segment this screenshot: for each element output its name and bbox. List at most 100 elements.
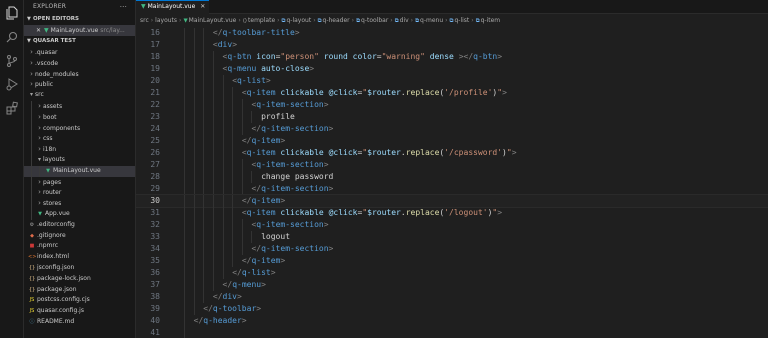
tree-item[interactable]: {} package-lock.json (24, 274, 135, 285)
code-line[interactable]: 25 </q-item> (136, 135, 768, 147)
tree-item[interactable]: › public (24, 79, 135, 90)
more-actions-icon[interactable]: ··· (120, 0, 127, 14)
tree-item[interactable]: {} package.json (24, 285, 135, 296)
code-line[interactable]: 16 </q-toolbar-title> (136, 28, 768, 39)
indent-guide (212, 171, 214, 183)
breadcrumb-item[interactable]: MainLayout.vue (189, 17, 237, 24)
indent-guide (31, 165, 32, 177)
tree-item[interactable]: JS quasar.config.js (24, 306, 135, 317)
breadcrumb-item[interactable]: q-layout (286, 17, 311, 24)
close-icon[interactable]: ✕ (200, 3, 205, 10)
tree-item[interactable]: ■ .npmrc (24, 241, 135, 252)
tab-mainlayout[interactable]: ▼ MainLayout.vue ✕ (136, 0, 209, 14)
indent-guide (212, 231, 214, 243)
code-line[interactable]: 18 <q-btn icon="person" round color="warn… (136, 51, 768, 63)
breadcrumb-item[interactable]: q-header (323, 17, 350, 24)
code-editor[interactable]: 16 </q-toolbar-title> 17 <div> 18 <q-btn icon… (136, 28, 768, 338)
tree-item[interactable]: › i18n (24, 144, 135, 155)
indent-guide (241, 123, 243, 135)
breadcrumb-item[interactable]: template (248, 17, 275, 24)
tree-item[interactable]: › assets (24, 100, 135, 112)
code-line[interactable]: 17 <div> (136, 39, 768, 51)
breadcrumb-item[interactable]: layouts (155, 17, 177, 24)
code-line[interactable]: 35 </q-item> (136, 255, 768, 267)
indent-guide (241, 231, 243, 243)
breadcrumb-item[interactable]: q-menu (420, 17, 443, 24)
indent-guide (184, 87, 185, 99)
tree-item[interactable]: › components (24, 122, 135, 134)
code-line[interactable]: 34 </q-item-section> (136, 243, 768, 255)
json-file-icon: {} (28, 275, 36, 282)
indent-guide (212, 207, 214, 219)
tree-item[interactable]: JS postcss.config.cjs (24, 295, 135, 306)
tree-item[interactable]: › .vscode (24, 58, 135, 69)
tree-item[interactable]: › router (24, 187, 135, 199)
code-line[interactable]: 39 </q-toolbar> (136, 303, 768, 315)
tree-item-label: package.json (37, 285, 77, 293)
tree-item[interactable]: ▼ App.vue (24, 208, 135, 220)
code-line[interactable]: 41 (136, 327, 768, 338)
code-line[interactable]: 31 <q-item clickable @click="$router.repl… (136, 207, 768, 219)
code-line[interactable]: 33 logout (136, 231, 768, 243)
tree-item[interactable]: <>index.html (24, 252, 135, 263)
indent-guide (203, 111, 205, 123)
run-debug-icon[interactable] (5, 77, 19, 91)
project-section[interactable]: ▼ QUASAR TEST (24, 36, 135, 47)
code-line[interactable]: 38 </div> (136, 291, 768, 303)
code-line[interactable]: 27 <q-item-section> (136, 159, 768, 171)
code-line[interactable]: 26 <q-item clickable @click="$router.repl… (136, 147, 768, 159)
line-number: 25 (150, 136, 160, 145)
code-line[interactable]: 19 <q-menu auto-close> (136, 63, 768, 75)
tree-item[interactable]: › stores (24, 198, 135, 209)
tree-item-label: node_modules (35, 70, 79, 78)
indent-guide (212, 87, 214, 99)
code-line[interactable]: 24 </q-item-section> (136, 123, 768, 135)
open-editors-section[interactable]: ▼ OPEN EDITORS (24, 14, 135, 25)
code-line[interactable]: 32 <q-item-section> (136, 219, 768, 231)
code-line[interactable]: 20 <q-list> (136, 75, 768, 87)
indent-guide (232, 99, 234, 111)
tree-item[interactable]: {} jsconfig.json (24, 263, 135, 274)
code-text: </q-item-section> (251, 184, 334, 193)
tree-item-label: jsconfig.json (37, 263, 75, 271)
extensions-icon[interactable] (5, 101, 19, 115)
line-number: 36 (150, 268, 160, 277)
code-line[interactable]: 40 </q-header> (136, 315, 768, 327)
tree-item[interactable]: ▾ src (24, 90, 135, 101)
breadcrumb-item[interactable]: q-toolbar (361, 17, 388, 24)
indent-guide (203, 63, 205, 75)
indent-guide (241, 159, 243, 171)
tree-item[interactable]: › .quasar (24, 47, 135, 58)
tree-item[interactable]: › css (24, 133, 135, 145)
indent-guide (193, 231, 195, 243)
tree-item[interactable]: › boot (24, 111, 135, 123)
indent-guide (193, 255, 195, 267)
close-icon[interactable]: ✕ (36, 27, 41, 34)
breadcrumb-item[interactable]: q-item (481, 17, 501, 24)
tree-item[interactable]: ▼ MainLayout.vue (24, 165, 135, 177)
indent-guide (193, 303, 195, 315)
tree-item[interactable]: ◆ .gitignore (24, 231, 135, 242)
code-line[interactable]: 37 </q-menu> (136, 279, 768, 291)
code-line[interactable]: 29 </q-item-section> (136, 183, 768, 195)
source-control-icon[interactable] (5, 54, 19, 68)
code-line[interactable]: 28 change password (136, 171, 768, 183)
breadcrumb-item[interactable]: src (140, 17, 149, 24)
search-icon[interactable] (5, 30, 19, 44)
files-icon[interactable] (5, 6, 19, 20)
code-line[interactable]: 30 </q-item> (136, 194, 768, 208)
code-line[interactable]: 22 <q-item-section> (136, 99, 768, 111)
breadcrumb-item[interactable]: div (400, 17, 409, 24)
tree-item[interactable]: ⓘ README.md (24, 317, 135, 328)
tree-item[interactable]: › pages (24, 176, 135, 188)
chevron-right-icon: › (38, 101, 41, 110)
code-line[interactable]: 21 <q-item clickable @click="$router.repl… (136, 87, 768, 99)
open-editor-item[interactable]: ✕ ▼ MainLayout.vue src/lay... (24, 25, 135, 36)
tree-item[interactable]: ⚙ .editorconfig (24, 220, 135, 231)
code-line[interactable]: 23 profile (136, 111, 768, 123)
tree-item[interactable]: › node_modules (24, 69, 135, 80)
code-line[interactable]: 36 </q-list> (136, 267, 768, 279)
tree-item[interactable]: ▾ layouts (24, 154, 135, 166)
tab-label: MainLayout.vue (147, 3, 196, 10)
breadcrumb-item[interactable]: q-list (454, 17, 469, 24)
